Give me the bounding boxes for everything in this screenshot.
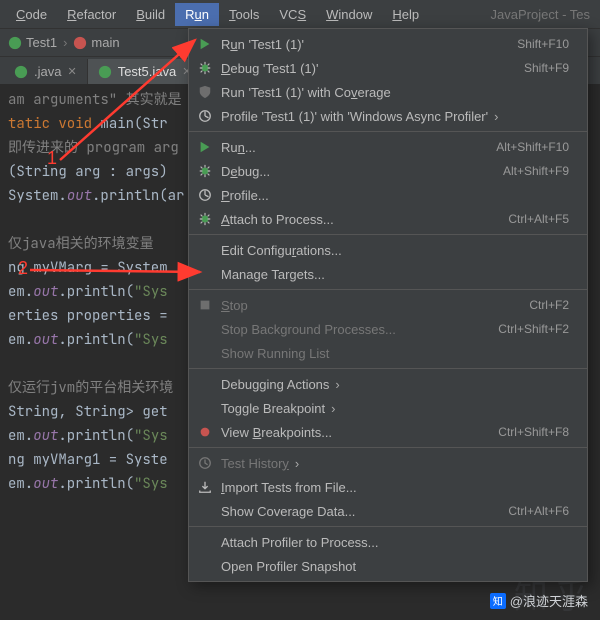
menu-item-profile[interactable]: Profile... (189, 183, 587, 207)
menu-shortcut: Ctrl+Alt+F6 (508, 504, 569, 518)
stop-icon (195, 297, 215, 313)
menu-item-label: Run 'Test1 (1)' (221, 37, 517, 52)
class-icon (98, 65, 112, 79)
profile-icon (195, 187, 215, 203)
menu-item-label: Test History (221, 456, 569, 471)
bug-icon (195, 163, 215, 179)
menu-item-label: View Breakpoints... (221, 425, 498, 440)
chevron-right-icon: › (61, 35, 69, 50)
menu-vcs[interactable]: VCS (269, 3, 316, 26)
shield-icon (195, 84, 215, 100)
menu-item-toggle-breakpoint[interactable]: Toggle Breakpoint (189, 396, 587, 420)
menu-help[interactable]: Help (382, 3, 429, 26)
crumb-class[interactable]: Test1 (26, 35, 57, 50)
menubar: CodeRefactorBuildRunToolsVCSWindowHelp Ja… (0, 0, 600, 28)
menu-item-label: Run 'Test1 (1)' with Coverage (221, 85, 569, 100)
menu-shortcut: Ctrl+F2 (529, 298, 569, 312)
menu-separator (189, 131, 587, 132)
menu-window[interactable]: Window (316, 3, 382, 26)
close-icon[interactable]: ✕ (67, 65, 76, 78)
menu-item-label: Import Tests from File... (221, 480, 569, 495)
menu-item-label: Stop (221, 298, 529, 313)
menu-item-open-profiler-snapshot[interactable]: Open Profiler Snapshot (189, 554, 587, 578)
menu-separator (189, 447, 587, 448)
menu-item-show-coverage-data[interactable]: Show Coverage Data...Ctrl+Alt+F6 (189, 499, 587, 523)
menu-item-attach-to-process[interactable]: Attach to Process...Ctrl+Alt+F5 (189, 207, 587, 231)
menu-item-label: Attach to Process... (221, 212, 508, 227)
menu-item-run[interactable]: Run...Alt+Shift+F10 (189, 135, 587, 159)
class-icon (8, 36, 22, 50)
tab-label: Test5.java (118, 64, 177, 79)
menu-item-label: Profile 'Test1 (1)' with 'Windows Async … (221, 109, 569, 124)
menu-build[interactable]: Build (126, 3, 175, 26)
menu-shortcut: Ctrl+Shift+F8 (498, 425, 569, 439)
menu-separator (189, 289, 587, 290)
menu-separator (189, 234, 587, 235)
profile-icon (195, 108, 215, 124)
menu-item-attach-profiler-to-process[interactable]: Attach Profiler to Process... (189, 530, 587, 554)
menu-separator (189, 526, 587, 527)
menu-run[interactable]: Run (175, 3, 219, 26)
annotation-1: 1 (47, 148, 57, 169)
tab-label: .java (34, 64, 61, 79)
menu-item-label: Edit Configurations... (221, 243, 569, 258)
menu-refactor[interactable]: Refactor (57, 3, 126, 26)
menu-shortcut: Ctrl+Shift+F2 (498, 322, 569, 336)
menu-item-label: Debugging Actions (221, 377, 569, 392)
tab-test5java[interactable]: Test5.java✕ (88, 59, 203, 84)
crumb-method[interactable]: main (91, 35, 119, 50)
method-icon (73, 36, 87, 50)
menu-item-label: Stop Background Processes... (221, 322, 498, 337)
class-icon (14, 65, 28, 79)
tab-java[interactable]: .java ✕ (4, 59, 88, 84)
menu-item-edit-configurations[interactable]: Edit Configurations... (189, 238, 587, 262)
attach-icon (195, 211, 215, 227)
menu-item-debug-test1-1[interactable]: Debug 'Test1 (1)'Shift+F9 (189, 56, 587, 80)
menu-item-run-test1-1[interactable]: Run 'Test1 (1)'Shift+F10 (189, 32, 587, 56)
watermark-handle: 知 @浪迹天涯森 (490, 591, 588, 610)
menu-item-label: Toggle Breakpoint (221, 401, 569, 416)
menu-item-label: Attach Profiler to Process... (221, 535, 569, 550)
menu-item-import-tests-from-file[interactable]: Import Tests from File... (189, 475, 587, 499)
menu-shortcut: Shift+F9 (524, 61, 569, 75)
menu-item-debugging-actions[interactable]: Debugging Actions (189, 372, 587, 396)
zhihu-icon: 知 (490, 593, 506, 609)
menu-item-profile-test1-1-with-windows-async-profiler[interactable]: Profile 'Test1 (1)' with 'Windows Async … (189, 104, 587, 128)
menu-item-debug[interactable]: Debug...Alt+Shift+F9 (189, 159, 587, 183)
menu-item-label: Open Profiler Snapshot (221, 559, 569, 574)
menu-shortcut: Shift+F10 (517, 37, 569, 51)
play-icon (195, 139, 215, 155)
menu-item-label: Manage Targets... (221, 267, 569, 282)
menu-separator (189, 368, 587, 369)
redcircle-icon (195, 424, 215, 440)
menu-item-label: Profile... (221, 188, 569, 203)
annotation-2: 2 (18, 258, 28, 279)
import-icon (195, 479, 215, 495)
menu-shortcut: Alt+Shift+F9 (503, 164, 569, 178)
menu-item-manage-targets[interactable]: Manage Targets... (189, 262, 587, 286)
menu-item-label: Run... (221, 140, 496, 155)
window-title: JavaProject - Tes (491, 7, 594, 22)
menu-item-label: Show Coverage Data... (221, 504, 508, 519)
menu-code[interactable]: Code (6, 3, 57, 26)
menu-item-stop-background-processes: Stop Background Processes...Ctrl+Shift+F… (189, 317, 587, 341)
menu-item-label: Debug... (221, 164, 503, 179)
menu-item-show-running-list: Show Running List (189, 341, 587, 365)
bug-icon (195, 60, 215, 76)
play-icon (195, 36, 215, 52)
menu-item-label: Show Running List (221, 346, 569, 361)
run-menu-dropdown: Run 'Test1 (1)'Shift+F10Debug 'Test1 (1)… (188, 28, 588, 582)
clock-icon (195, 455, 215, 471)
menu-tools[interactable]: Tools (219, 3, 269, 26)
menu-item-run-test1-1-with-coverage[interactable]: Run 'Test1 (1)' with Coverage (189, 80, 587, 104)
menu-shortcut: Ctrl+Alt+F5 (508, 212, 569, 226)
menu-item-label: Debug 'Test1 (1)' (221, 61, 524, 76)
menu-item-test-history: Test History (189, 451, 587, 475)
menu-item-view-breakpoints[interactable]: View Breakpoints...Ctrl+Shift+F8 (189, 420, 587, 444)
menu-shortcut: Alt+Shift+F10 (496, 140, 569, 154)
menu-item-stop: StopCtrl+F2 (189, 293, 587, 317)
